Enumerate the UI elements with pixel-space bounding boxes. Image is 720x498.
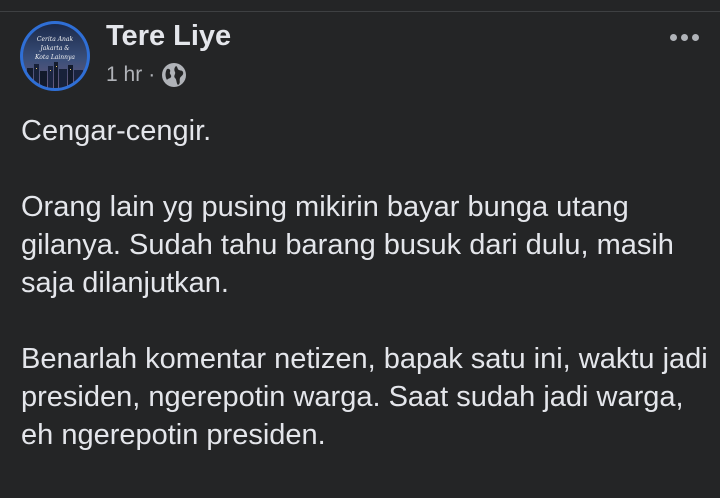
post-body: Cengar-cengir. Orang lain yg pusing miki… <box>21 112 711 454</box>
more-dot <box>691 33 699 41</box>
post-paragraph: Benarlah komentar netizen, bapak satu in… <box>21 343 708 451</box>
more-dot <box>680 33 688 41</box>
svg-text:Jakarta &: Jakarta & <box>38 45 70 52</box>
post-meta: 1 hr · <box>106 61 187 89</box>
post-timestamp[interactable]: 1 hr <box>106 63 142 87</box>
more-options-icon[interactable] <box>662 23 706 51</box>
author-name[interactable]: Tere Liye <box>106 20 231 53</box>
more-dot <box>669 33 677 41</box>
avatar[interactable]: Cerita Anak Jakarta & Kota Lainnya <box>20 21 90 91</box>
globe-icon[interactable] <box>161 62 187 88</box>
post-card: Cerita Anak Jakarta & Kota Lainnya Tere … <box>0 12 720 498</box>
svg-text:Kota Lainnya: Kota Lainnya <box>34 54 75 61</box>
meta-separator: · <box>148 63 156 86</box>
avatar-image: Cerita Anak Jakarta & Kota Lainnya <box>23 24 87 88</box>
post-paragraph: Cengar-cengir. <box>21 115 212 147</box>
svg-text:Cerita Anak: Cerita Anak <box>37 36 74 43</box>
post-paragraph: Orang lain yg pusing mikirin bayar bunga… <box>21 191 674 299</box>
